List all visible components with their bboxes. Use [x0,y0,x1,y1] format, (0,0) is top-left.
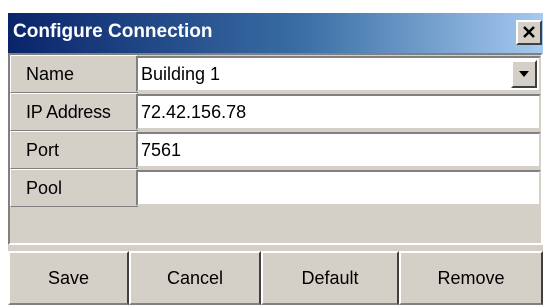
name-value: Building 1 [141,64,221,84]
ip-address-label: IP Address [10,93,138,131]
window-title: Configure Connection [13,21,213,42]
port-input[interactable] [136,132,541,168]
pool-label: Pool [10,169,138,207]
name-dropdown-button[interactable] [511,60,537,88]
port-label: Port [10,131,138,169]
title-bar[interactable]: Configure Connection [8,13,543,53]
default-button[interactable]: Default [261,251,399,305]
close-icon [523,26,535,38]
form-panel: Name Building 1 IP Address Port Pool [8,53,543,245]
remove-button[interactable]: Remove [399,251,543,305]
chevron-down-icon [519,71,529,77]
name-label: Name [10,55,138,93]
configure-connection-dialog: Configure Connection Name Building 1 IP … [8,13,543,305]
ip-address-input[interactable] [136,94,541,130]
button-bar: Save Cancel Default Remove [8,251,543,305]
name-combobox[interactable]: Building 1 [136,56,541,92]
page: Configure Connection Name Building 1 IP … [0,0,544,305]
close-button[interactable] [516,20,542,45]
cancel-button[interactable]: Cancel [129,251,261,305]
pool-input[interactable] [136,170,541,206]
save-button[interactable]: Save [8,251,129,305]
